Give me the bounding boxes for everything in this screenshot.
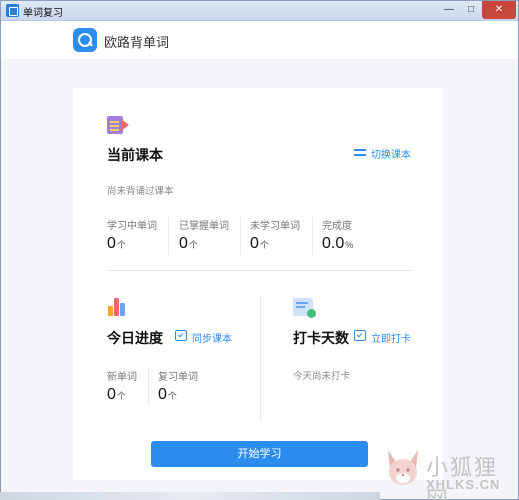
switch-book-link[interactable]: 切换课本 bbox=[371, 146, 411, 161]
watermark-cn: 小狐狸网 bbox=[426, 455, 499, 500]
bar-chart-icon bbox=[108, 298, 130, 316]
calendar-check-icon[interactable] bbox=[175, 330, 187, 341]
stat-value-review-words: 0个 bbox=[158, 386, 177, 403]
book-icon bbox=[107, 116, 129, 134]
maximize-button[interactable]: □ bbox=[460, 1, 482, 19]
swap-icon[interactable] bbox=[354, 147, 366, 157]
stat-value-completion: 0.0% bbox=[322, 235, 354, 252]
stat-divider bbox=[240, 217, 241, 255]
close-button[interactable]: ✕ bbox=[482, 1, 516, 19]
current-book-title: 当前课本 bbox=[107, 147, 163, 163]
search-bubble-icon bbox=[73, 28, 97, 52]
calendar-check-icon[interactable] bbox=[354, 330, 366, 341]
stat-label-mastered: 已掌握单词 bbox=[179, 221, 229, 232]
stat-value-learning: 0个 bbox=[107, 235, 126, 252]
title-bar[interactable]: 单词复习 — □ ✕ bbox=[1, 1, 518, 21]
checkin-status-text: 今天尚未打卡 bbox=[293, 371, 351, 382]
stat-value-mastered: 0个 bbox=[179, 235, 198, 252]
stat-divider bbox=[148, 368, 149, 406]
sync-book-link[interactable]: 同步课本 bbox=[192, 330, 232, 345]
stat-label-completion: 完成度 bbox=[322, 221, 352, 232]
stat-value-unlearned: 0个 bbox=[250, 235, 269, 252]
checkin-now-link[interactable]: 立即打卡 bbox=[371, 330, 411, 345]
window-title: 单词复习 bbox=[23, 8, 63, 19]
stat-divider bbox=[312, 217, 313, 255]
watermark-en: XHLKS.CN bbox=[426, 477, 501, 492]
checkin-card-icon bbox=[293, 298, 317, 318]
stat-divider bbox=[168, 217, 169, 255]
watermark: 小狐狸网 XHLKS.CN bbox=[380, 444, 519, 500]
app-header: 欧路背单词 bbox=[1, 21, 518, 59]
column-divider bbox=[260, 296, 261, 422]
stat-label-review-words: 复习单词 bbox=[158, 372, 198, 383]
stat-label-unlearned: 未学习单词 bbox=[250, 221, 300, 232]
minimize-button[interactable]: — bbox=[438, 1, 460, 19]
section-divider bbox=[107, 270, 412, 271]
window-bottom-edge bbox=[0, 492, 380, 500]
today-progress-title: 今日进度 bbox=[107, 330, 163, 346]
stat-label-learning: 学习中单词 bbox=[107, 221, 157, 232]
app-icon bbox=[6, 4, 19, 17]
stat-label-new-words: 新单词 bbox=[107, 372, 137, 383]
stat-value-new-words: 0个 bbox=[107, 386, 126, 403]
app-name: 欧路背单词 bbox=[104, 35, 170, 50]
checkin-days-title: 打卡天数 bbox=[293, 330, 349, 346]
start-learning-button[interactable]: 开始学习 bbox=[151, 441, 368, 467]
book-status-text: 尚未背诵过课本 bbox=[107, 186, 174, 197]
fox-logo-icon bbox=[388, 450, 418, 485]
